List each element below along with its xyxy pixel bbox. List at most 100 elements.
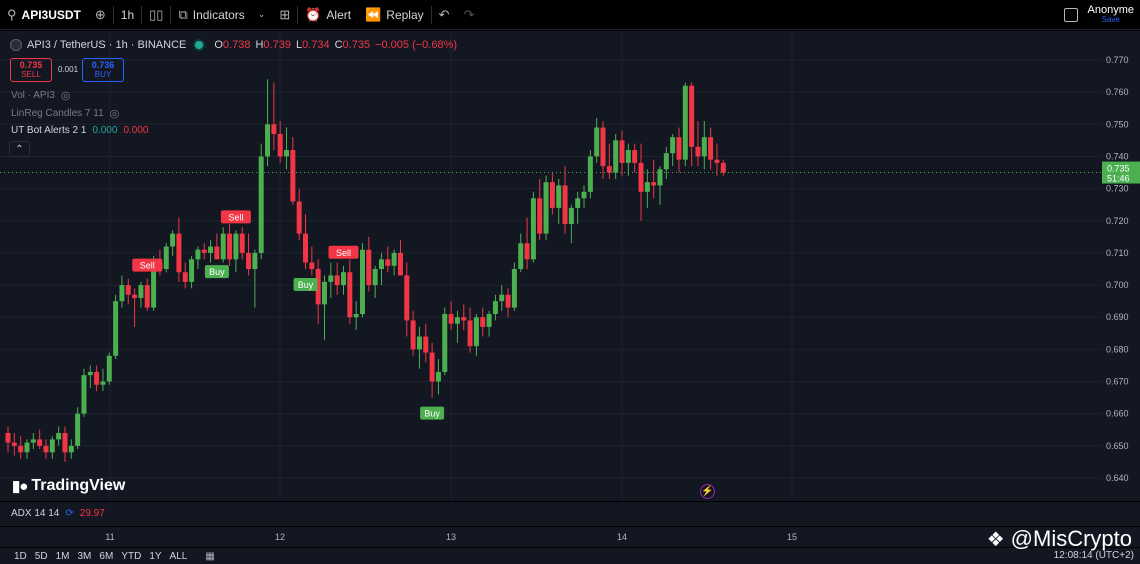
candle-body xyxy=(94,371,100,385)
volume-indicator[interactable]: Vol · API3 ◎ xyxy=(11,89,71,102)
layouts-button[interactable]: ⊞ xyxy=(272,0,297,30)
candle-body xyxy=(537,198,543,234)
loading-icon: ⟳ xyxy=(65,508,74,519)
chevron-up-icon: ⌃ xyxy=(15,144,24,155)
adx-pane[interactable] xyxy=(0,502,1102,526)
tradingview-mark-icon: ▮● xyxy=(12,478,28,495)
replay-button[interactable]: ⏪ Replay xyxy=(358,0,431,30)
candle-body xyxy=(43,445,49,453)
eye-slash-icon[interactable]: ◎ xyxy=(110,107,120,120)
layout-checkbox[interactable] xyxy=(1063,8,1078,22)
indicators-button[interactable]: ⧉ Indicators ⌄ xyxy=(171,0,272,30)
time-tick-label: 14 xyxy=(617,532,627,542)
candle-body xyxy=(163,246,169,269)
candle-body xyxy=(486,314,492,327)
chevron-down-icon: ⌄ xyxy=(257,9,266,19)
candle-body xyxy=(37,439,43,446)
price-tick-label: 0.690 xyxy=(1106,312,1129,322)
candle-body xyxy=(233,233,239,260)
sell-button[interactable]: 0.735 SELL xyxy=(10,58,52,82)
candle-body xyxy=(334,275,340,286)
adx-scale[interactable] xyxy=(1102,502,1140,526)
candle-body xyxy=(303,233,309,263)
volume-label: Vol · API3 xyxy=(11,90,55,101)
range-button-6m[interactable]: 6M xyxy=(95,551,117,562)
range-button-1d[interactable]: 1D xyxy=(10,551,31,562)
interval-label: 1h xyxy=(120,7,135,22)
range-button-1m[interactable]: 1M xyxy=(52,551,74,562)
alert-label: Alert xyxy=(326,7,352,22)
price-scale[interactable]: 0.770 0.760 0.750 0.740 0.730 0.720 0.710 0.700… xyxy=(1102,31,1140,501)
candle-body xyxy=(347,272,353,318)
candle-body xyxy=(454,317,460,324)
candle-body xyxy=(676,137,682,160)
candle-body xyxy=(353,314,359,318)
redo-button[interactable]: ↷ xyxy=(457,0,482,30)
candle-body xyxy=(30,439,36,443)
utbot-label: UT Bot Alerts 2 1 xyxy=(11,125,87,136)
candle-body xyxy=(625,150,631,163)
candle-body xyxy=(499,294,505,302)
price-tick-label: 0.750 xyxy=(1106,119,1129,129)
time-axis[interactable]: 11 12 13 14 15 xyxy=(0,527,1140,547)
range-button-1y[interactable]: 1Y xyxy=(145,551,165,562)
interval-button[interactable]: 1h xyxy=(114,0,141,30)
watermark: ❖ @MisCrypto xyxy=(987,526,1132,552)
candle-body xyxy=(657,169,663,186)
legend-title[interactable]: API3 / TetherUS · 1h · BINANCE xyxy=(27,39,186,51)
grid-icon: ⊞ xyxy=(279,6,291,22)
open-label: O xyxy=(214,39,223,51)
alert-button[interactable]: ⏰ Alert xyxy=(298,0,358,30)
lightning-icon[interactable]: ⚡ xyxy=(700,484,715,499)
candle-body xyxy=(410,320,416,350)
candle-body xyxy=(473,317,479,347)
collapse-legend-button[interactable]: ⌃ xyxy=(9,141,30,157)
range-button-3m[interactable]: 3M xyxy=(74,551,96,562)
compare-button[interactable]: ⊕ xyxy=(88,0,113,30)
price-tick-label: 0.670 xyxy=(1106,377,1129,387)
tradingview-logo[interactable]: ▮● TradingView xyxy=(12,477,125,495)
account-name: Anonyme xyxy=(1087,4,1134,16)
candle-body xyxy=(239,233,245,253)
price-tick-label: 0.700 xyxy=(1106,280,1129,290)
candle-body xyxy=(176,233,182,273)
open-value: 0.738 xyxy=(222,39,251,51)
market-open-icon xyxy=(195,41,204,49)
time-tick-label: 11 xyxy=(105,532,114,542)
buy-button[interactable]: 0.736 BUY xyxy=(82,58,124,82)
save-link[interactable]: Save xyxy=(1102,15,1120,25)
candle-body xyxy=(62,432,68,453)
candle-body xyxy=(613,140,619,173)
calendar-icon[interactable]: ▦ xyxy=(205,551,214,562)
rewind-icon: ⏪ xyxy=(365,6,382,22)
candle-body xyxy=(182,272,188,282)
candle-body xyxy=(322,281,327,305)
utbot-value-1: 0.000 xyxy=(92,125,118,136)
adx-legend[interactable]: ADX 14 14 ⟳ 29.97 xyxy=(11,508,105,519)
candle-body xyxy=(227,233,233,260)
account-menu[interactable]: Anonyme Save xyxy=(1088,5,1134,25)
linreg-label: LinReg Candles 7 11 xyxy=(11,108,104,119)
candle-body xyxy=(252,252,258,269)
chart-type-button[interactable]: ▯▯ xyxy=(142,0,170,30)
candle-body xyxy=(189,259,195,282)
utbot-indicator[interactable]: UT Bot Alerts 2 1 0.000 0.000 xyxy=(11,125,148,136)
undo-button[interactable]: ↶ xyxy=(432,0,457,30)
candle-body xyxy=(549,182,555,208)
time-tick-label: 15 xyxy=(787,532,797,542)
chart-pane[interactable]: Sell Buy Sell Buy Sell Buy xyxy=(0,31,1102,501)
sell-signal-label: Sell xyxy=(140,261,155,271)
range-button-5d[interactable]: 5D xyxy=(31,551,52,562)
eye-slash-icon[interactable]: ◎ xyxy=(61,89,71,102)
candlestick-chart[interactable]: Sell Buy Sell Buy Sell Buy xyxy=(0,31,1102,501)
candle-body xyxy=(689,85,695,147)
linreg-indicator[interactable]: LinReg Candles 7 11 ◎ xyxy=(11,107,119,120)
countdown-label: 51:46 xyxy=(1107,174,1130,184)
candle-body xyxy=(682,85,688,160)
symbol-search[interactable]: ⚲ API3USDT xyxy=(0,0,88,30)
candle-body xyxy=(100,381,106,385)
range-button-ytd[interactable]: YTD xyxy=(117,551,145,562)
candle-body xyxy=(448,314,454,324)
range-button-all[interactable]: ALL xyxy=(166,551,192,562)
price-tick-label: 0.680 xyxy=(1106,344,1129,354)
